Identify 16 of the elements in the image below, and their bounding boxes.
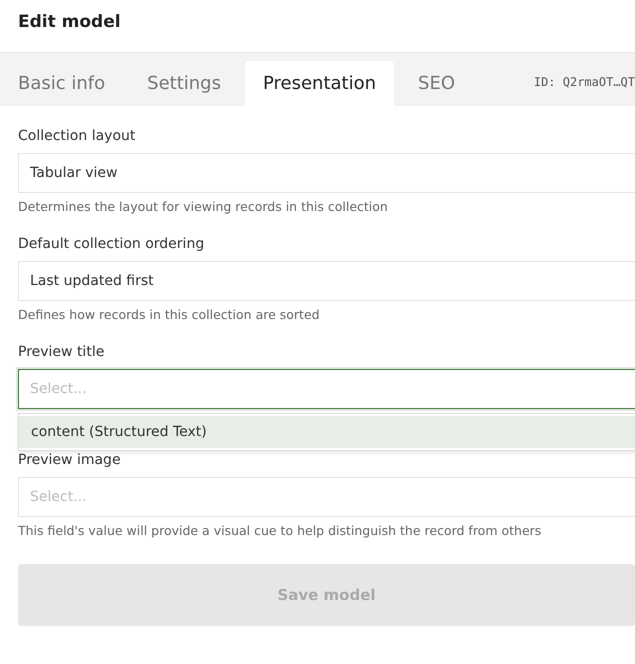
field-label: Preview image <box>18 452 122 468</box>
field-label: Collection layout <box>18 128 136 144</box>
field-hint: Determines the layout for viewing records in this collection <box>18 199 389 214</box>
field-hint: Defines how records in this collection are sorted <box>18 307 321 322</box>
dialog-title: Edit model <box>17 11 122 34</box>
dropdown-option[interactable]: content (Structured Text) <box>19 416 635 448</box>
select-field[interactable]: Tabular view <box>18 153 635 193</box>
field-label: Preview title <box>18 344 106 360</box>
tab[interactable]: SEO <box>400 61 473 106</box>
model-id: ID: Q2rmaOT…QT <box>534 74 635 88</box>
tab[interactable]: Basic info <box>0 61 124 106</box>
tab[interactable]: Presentation <box>244 61 394 106</box>
select-field[interactable]: Last updated first <box>18 261 635 301</box>
field-label: Default collection ordering <box>18 236 206 252</box>
tab[interactable]: Settings <box>129 61 239 106</box>
field-hint: This field's value will provide a visual cue to help distinguish the record from others <box>18 523 542 538</box>
